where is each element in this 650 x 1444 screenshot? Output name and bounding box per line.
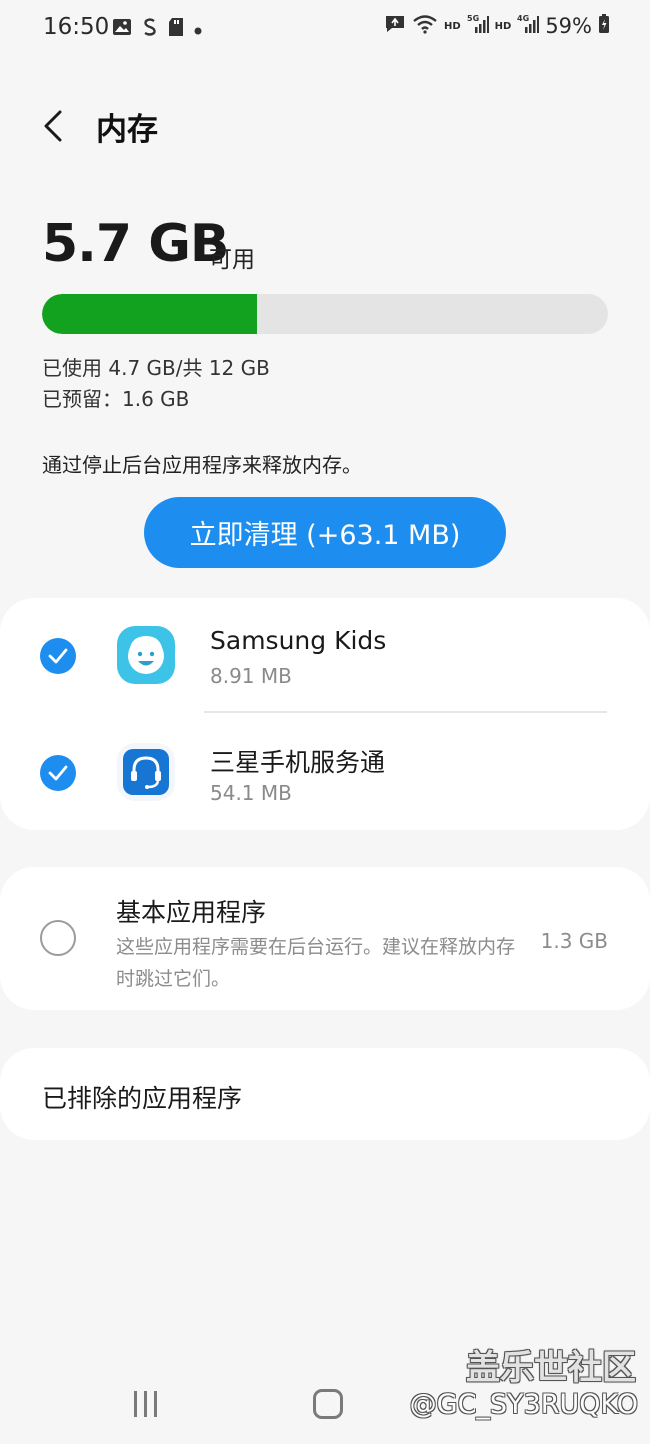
basic-apps-description: 这些应用程序需要在后台运行。建议在释放内存时跳过它们。 [116, 936, 516, 990]
dot-icon [194, 20, 202, 39]
headset-icon [117, 743, 175, 801]
available-memory: 5.7 GB [42, 214, 230, 274]
clean-now-button[interactable]: 立即清理 (+63.1 MB) [144, 497, 506, 568]
message-icon [384, 14, 406, 38]
memory-screen: 16:50 HD 5G HD 4G 59% 内存 5.7 GB 可用 已使用 4… [0, 0, 650, 1444]
free-memory-hint: 通过停止后台应用程序来释放内存。 [42, 453, 362, 477]
back-button[interactable] [36, 104, 76, 148]
network-1-label: HD [443, 20, 461, 32]
basic-apps-card[interactable]: 基本应用程序 这些应用程序需要在后台运行。建议在释放内存时跳过它们。 1.3 G… [0, 867, 650, 1010]
excluded-apps-item[interactable]: 已排除的应用程序 [0, 1048, 650, 1140]
app-size: 54.1 MB [210, 781, 292, 805]
watermark-title: 盖乐世社区 [466, 1348, 636, 1388]
available-label: 可用 [209, 247, 255, 273]
status-left-icons [112, 17, 202, 41]
battery-percent: 59% [545, 14, 592, 38]
app-checkbox[interactable] [40, 755, 76, 791]
memory-used-text: 已使用 4.7 GB/共 12 GB [42, 356, 270, 380]
excluded-apps-label: 已排除的应用程序 [42, 1084, 243, 1113]
sd-card-icon [168, 17, 184, 41]
basic-apps-checkbox[interactable] [40, 920, 76, 956]
battery-icon [598, 14, 610, 38]
home-button[interactable] [313, 1389, 343, 1419]
svg-text:5G: 5G [467, 14, 479, 23]
status-bar: 16:50 HD 5G HD 4G 59% [0, 0, 650, 56]
running-apps-card: Samsung Kids 8.91 MB 三星手机服务通 54.1 MB [0, 598, 650, 830]
signal-2-icon: 4G [517, 14, 540, 38]
nav-back-button[interactable] [500, 1390, 524, 1418]
signal-icon: 5G [467, 14, 489, 38]
basic-apps-size: 1.3 GB [540, 929, 608, 953]
svg-text:4G: 4G [517, 14, 529, 23]
s-app-icon [142, 17, 158, 41]
chevron-left-icon [36, 110, 76, 152]
status-time: 16:50 [43, 14, 110, 40]
memory-usage-fill [42, 294, 258, 334]
recent-apps-button[interactable] [130, 1389, 162, 1419]
app-name: 三星手机服务通 [210, 748, 386, 777]
app-size: 8.91 MB [210, 664, 292, 688]
page-title: 内存 [96, 112, 158, 148]
app-name: Samsung Kids [210, 626, 387, 655]
network-2-label: HD [494, 20, 512, 32]
memory-reserved-text: 已预留：1.6 GB [42, 387, 190, 411]
wifi-icon [412, 14, 438, 38]
image-icon [112, 18, 132, 40]
status-right-icons: HD 5G HD 4G 59% [384, 14, 610, 38]
recent-apps-icon [130, 1391, 162, 1423]
basic-apps-title: 基本应用程序 [116, 898, 267, 927]
divider [204, 711, 607, 713]
app-checkbox[interactable] [40, 638, 76, 674]
samsung-kids-icon [117, 626, 175, 684]
memory-usage-bar [42, 294, 608, 334]
